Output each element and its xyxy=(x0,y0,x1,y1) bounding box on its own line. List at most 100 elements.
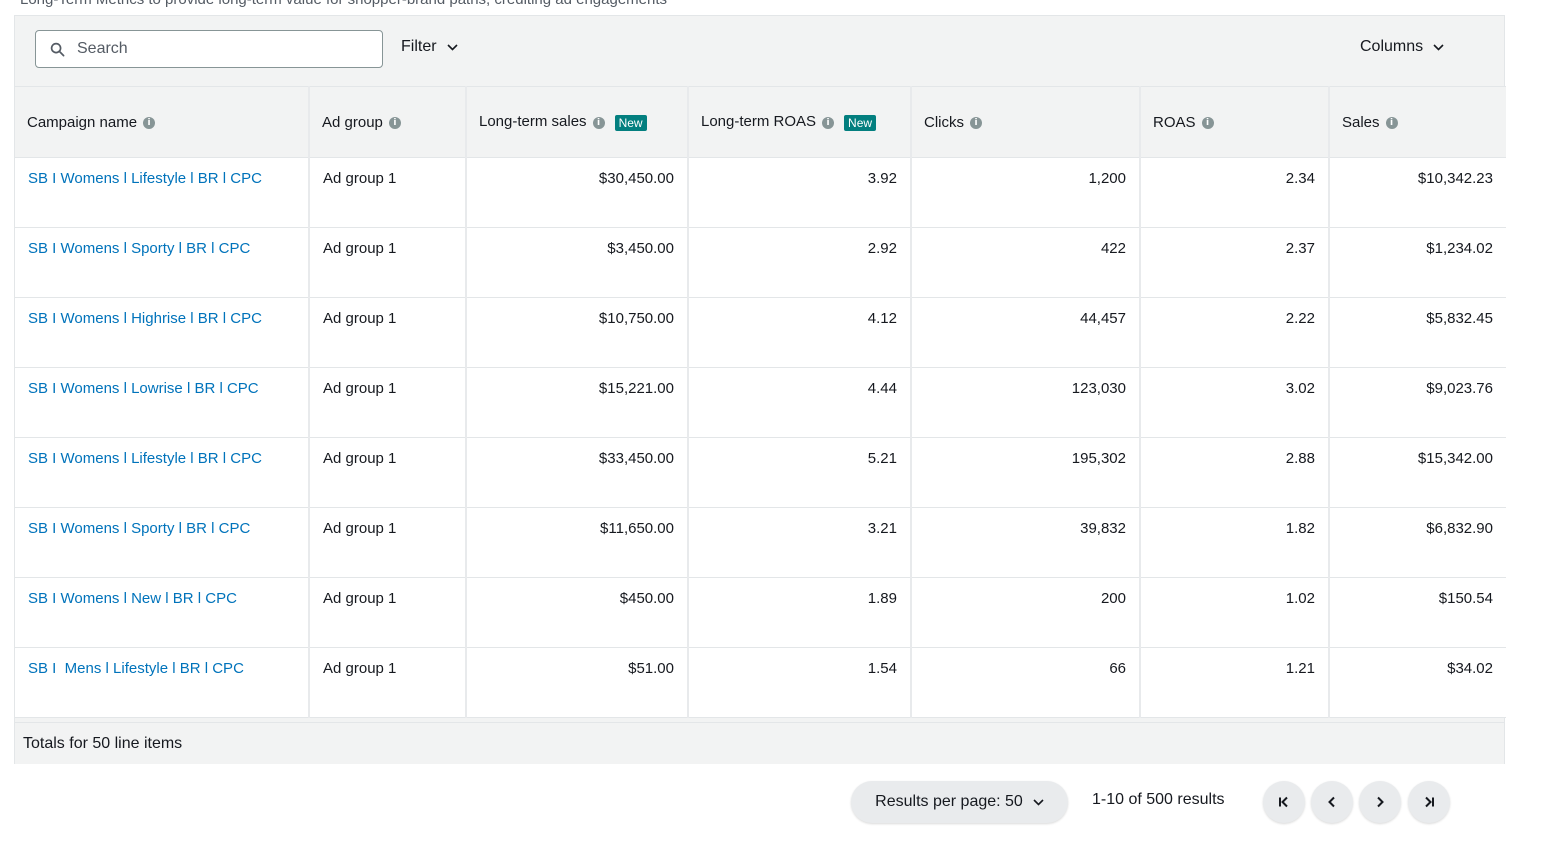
table-row: SB I Womens l Sporty l BR l CPC Ad group… xyxy=(15,507,1506,578)
cell-lt-sales: $3,450.00 xyxy=(466,227,689,298)
cell-roas: 1.82 xyxy=(1140,507,1330,578)
col-header-roas[interactable]: ROAS i xyxy=(1140,86,1330,158)
cell-sales: $15,342.00 xyxy=(1329,437,1506,508)
cell-sales: $5,832.45 xyxy=(1329,297,1506,368)
campaign-link[interactable]: SB I Womens l Sporty l BR l CPC xyxy=(28,520,250,537)
filter-dropdown[interactable]: Filter xyxy=(401,38,458,56)
cell-clicks: 39,832 xyxy=(911,507,1141,578)
chevron-down-icon xyxy=(446,43,458,51)
cell-roas: 3.02 xyxy=(1140,367,1330,438)
next-page-button[interactable] xyxy=(1359,781,1401,823)
cell-clicks: 200 xyxy=(911,577,1141,648)
cell-clicks: 66 xyxy=(911,647,1141,718)
cell-campaign: SB I Womens l Lowrise l BR l CPC xyxy=(15,367,310,438)
search-box[interactable] xyxy=(35,30,383,68)
chevron-down-icon xyxy=(1033,798,1044,806)
cell-adgroup: Ad group 1 xyxy=(309,437,467,508)
col-header-adgroup[interactable]: Ad group i xyxy=(309,86,467,158)
cell-adgroup: Ad group 1 xyxy=(309,507,467,578)
info-icon[interactable]: i xyxy=(592,116,605,129)
info-icon[interactable]: i xyxy=(143,116,156,129)
campaign-link[interactable]: SB I Womens l Sporty l BR l CPC xyxy=(28,240,250,257)
table-header-row: Campaign name i Ad group i Long-term sales… xyxy=(15,86,1506,158)
cell-lt-sales: $51.00 xyxy=(466,647,689,718)
cell-lt-roas: 1.54 xyxy=(688,647,912,718)
table-row: SB I Womens l Lowrise l BR l CPC Ad grou… xyxy=(15,367,1506,438)
col-header-sales[interactable]: Sales i xyxy=(1329,86,1506,158)
cell-roas: 2.88 xyxy=(1140,437,1330,508)
campaign-link[interactable]: SB I Womens l Lifestyle l BR l CPC xyxy=(28,450,262,467)
cell-lt-roas: 2.92 xyxy=(688,227,912,298)
first-page-button[interactable] xyxy=(1263,781,1305,823)
info-icon[interactable]: i xyxy=(388,116,401,129)
cell-roas: 2.22 xyxy=(1140,297,1330,368)
filter-label: Filter xyxy=(401,38,437,55)
cell-lt-sales: $11,650.00 xyxy=(466,507,689,578)
table-row: SB I Mens l Lifestyle l BR l CPC Ad grou… xyxy=(15,647,1506,718)
results-count: 1-10 of 500 results xyxy=(1092,791,1225,808)
table-row: SB I Womens l Lifestyle l BR l CPC Ad gr… xyxy=(15,157,1506,228)
campaign-link[interactable]: SB I Mens l Lifestyle l BR l CPC xyxy=(28,660,244,677)
cell-adgroup: Ad group 1 xyxy=(309,227,467,298)
cell-campaign: SB I Womens l Lifestyle l BR l CPC xyxy=(15,437,310,508)
cell-adgroup: Ad group 1 xyxy=(309,297,467,368)
cell-clicks: 422 xyxy=(911,227,1141,298)
previous-page-button[interactable] xyxy=(1311,781,1353,823)
table-caption: Long-Term Metrics to provide long-term v… xyxy=(20,0,667,8)
results-per-page-dropdown[interactable]: Results per page: 50 xyxy=(851,781,1068,823)
chevron-left-icon xyxy=(1328,796,1335,808)
cell-adgroup: Ad group 1 xyxy=(309,157,467,228)
table-row: SB I Womens l Sporty l BR l CPC Ad group… xyxy=(15,227,1506,298)
cell-campaign: SB I Womens l Sporty l BR l CPC xyxy=(15,507,310,578)
cell-lt-roas: 1.89 xyxy=(688,577,912,648)
last-page-button[interactable] xyxy=(1408,781,1450,823)
info-icon[interactable]: i xyxy=(1385,116,1398,129)
col-header-lt-sales[interactable]: Long-term sales i New xyxy=(466,86,689,158)
cell-adgroup: Ad group 1 xyxy=(309,367,467,438)
table-row: SB I Womens l New l BR l CPC Ad group 1 … xyxy=(15,577,1506,648)
cell-roas: 2.37 xyxy=(1140,227,1330,298)
cell-campaign: SB I Womens l Sporty l BR l CPC xyxy=(15,227,310,298)
cell-sales: $150.54 xyxy=(1329,577,1506,648)
cell-adgroup: Ad group 1 xyxy=(309,577,467,648)
cell-lt-sales: $30,450.00 xyxy=(466,157,689,228)
info-icon[interactable]: i xyxy=(970,116,982,129)
cell-lt-roas: 4.12 xyxy=(688,297,912,368)
campaign-table-panel: Filter Columns Campaign namei Ad groupi … xyxy=(14,15,1506,764)
info-icon[interactable]: i xyxy=(1201,116,1214,129)
table-toolbar: Filter Columns xyxy=(15,16,1504,86)
cell-sales: $6,832.90 xyxy=(1329,507,1506,578)
chevron-right-icon xyxy=(1377,796,1384,808)
cell-lt-roas: 3.21 xyxy=(688,507,912,578)
first-page-icon xyxy=(1279,796,1288,808)
cell-sales: $10,342.23 xyxy=(1329,157,1506,228)
last-page-icon xyxy=(1425,796,1434,808)
results-per-page-label: Results per page: 50 xyxy=(875,793,1023,810)
cell-clicks: 195,302 xyxy=(911,437,1141,508)
cell-lt-sales: $15,221.00 xyxy=(466,367,689,438)
cell-campaign: SB I Womens l New l BR l CPC xyxy=(15,577,310,648)
cell-roas: 1.02 xyxy=(1140,577,1330,648)
campaign-link[interactable]: SB I Womens l Highrise l BR l CPC xyxy=(28,310,262,327)
cell-clicks: 1,200 xyxy=(911,157,1141,228)
col-header-lt-roas[interactable]: Long-term ROAS i New xyxy=(688,86,912,158)
new-badge: New xyxy=(614,114,647,131)
totals-label: Totals for 50 line items xyxy=(23,734,183,752)
cell-lt-sales: $33,450.00 xyxy=(466,437,689,508)
col-header-clicks[interactable]: Clicks i xyxy=(911,86,1141,158)
col-header-campaign[interactable]: Campaign name i xyxy=(15,86,310,158)
campaign-link[interactable]: SB I Womens l New l BR l CPC xyxy=(28,590,237,607)
campaign-link[interactable]: SB I Womens l Lifestyle l BR l CPC xyxy=(28,170,262,187)
search-input[interactable] xyxy=(75,39,359,59)
cell-campaign: SB I Mens l Lifestyle l BR l CPC xyxy=(15,647,310,718)
info-icon[interactable]: i xyxy=(822,116,835,129)
cell-clicks: 44,457 xyxy=(911,297,1141,368)
campaign-link[interactable]: SB I Womens l Lowrise l BR l CPC xyxy=(28,380,259,397)
cell-sales: $9,023.76 xyxy=(1329,367,1506,438)
cell-roas: 1.21 xyxy=(1140,647,1330,718)
columns-dropdown[interactable]: Columns xyxy=(1360,38,1444,56)
cell-lt-sales: $10,750.00 xyxy=(466,297,689,368)
cell-lt-roas: 5.21 xyxy=(688,437,912,508)
cell-clicks: 123,030 xyxy=(911,367,1141,438)
totals-row: Totals for 50 line items xyxy=(15,722,1504,764)
